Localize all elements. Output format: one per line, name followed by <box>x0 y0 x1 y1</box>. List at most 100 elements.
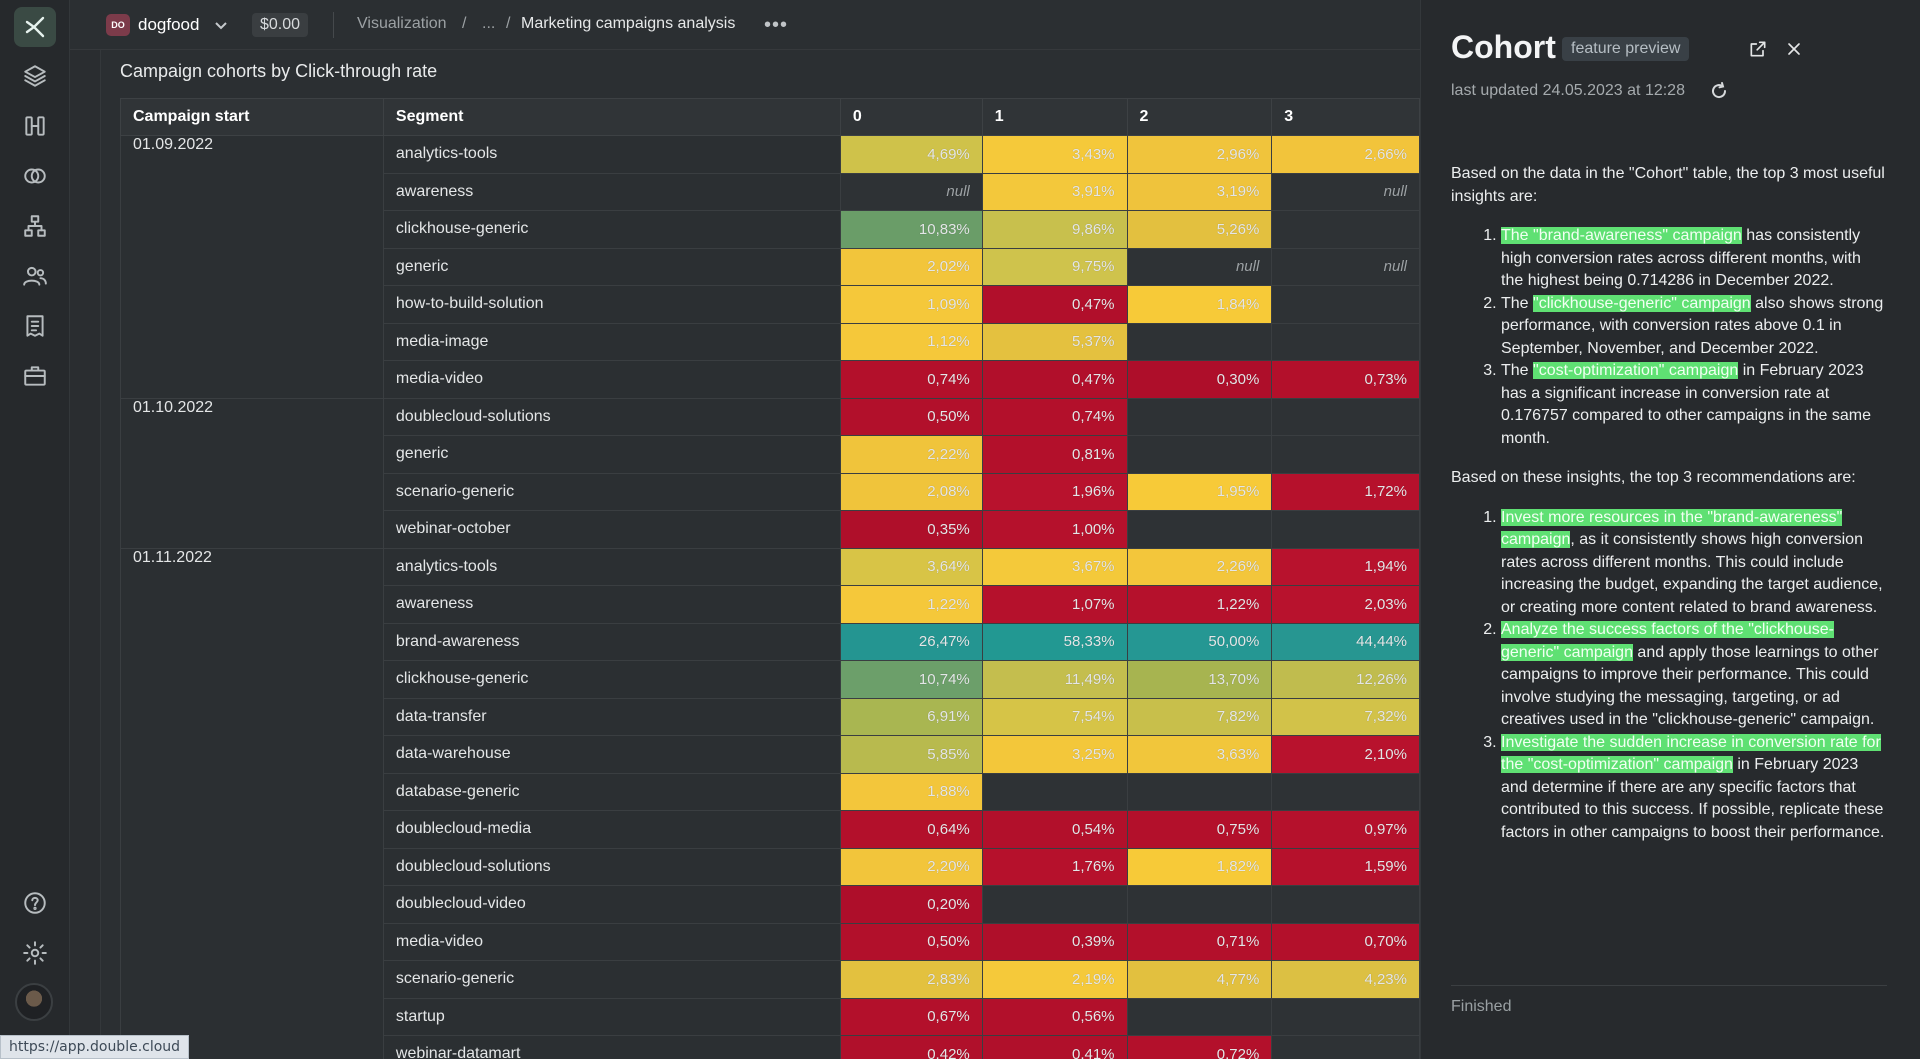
segment-cell: generic <box>382 247 841 286</box>
users-icon[interactable] <box>19 260 51 292</box>
cohort-value-cell: 3,63% <box>1126 735 1273 774</box>
insights-highlight: "clickhouse-generic" campaign <box>1533 294 1751 312</box>
column-header[interactable]: 0 <box>839 98 983 136</box>
cohort-value-cell <box>981 885 1128 924</box>
segment-cell: brand-awareness <box>382 622 841 661</box>
segment-cell: webinar-october <box>382 510 841 549</box>
close-icon[interactable] <box>1783 38 1805 60</box>
cohort-value-cell: 0,47% <box>981 285 1128 324</box>
recs-item: Invest more resources in the "brand-awar… <box>1501 507 1887 620</box>
cohort-value-cell: 9,75% <box>981 247 1128 286</box>
cohort-value-cell: 0,71% <box>1126 922 1273 961</box>
layers-icon[interactable] <box>19 60 51 92</box>
cohort-value-cell: 0,64% <box>839 810 983 849</box>
column-header[interactable]: 3 <box>1271 98 1420 136</box>
cohort-value-cell: 2,83% <box>839 960 983 999</box>
insights-item: The "brand-awareness" campaign has consi… <box>1501 225 1887 293</box>
segment-cell: awareness <box>382 585 841 624</box>
cohort-value-cell: 1,00% <box>981 510 1128 549</box>
cohort-value-cell: 5,26% <box>1126 210 1273 249</box>
workspace-badge[interactable]: DO <box>106 14 130 36</box>
cohort-value-cell: 12,26% <box>1271 660 1420 699</box>
briefcase-icon[interactable] <box>19 360 51 392</box>
segment-cell: database-generic <box>382 772 841 811</box>
segment-cell: media-video <box>382 922 841 961</box>
column-header[interactable]: Campaign start <box>120 98 384 136</box>
cohort-value-cell: 50,00% <box>1126 622 1273 661</box>
column-header[interactable]: Segment <box>382 98 841 136</box>
cohort-value-cell: 2,22% <box>839 435 983 474</box>
column-header[interactable]: 1 <box>981 98 1128 136</box>
cohort-value-cell: 9,86% <box>981 210 1128 249</box>
segment-cell: startup <box>382 997 841 1036</box>
open-external-icon[interactable] <box>1747 38 1769 60</box>
app-logo-icon[interactable] <box>14 7 56 47</box>
workspace-name[interactable]: dogfood <box>138 15 199 35</box>
cohort-value-cell: 3,64% <box>839 547 983 586</box>
refresh-icon[interactable] <box>1709 81 1729 101</box>
visualization-icon[interactable] <box>19 160 51 192</box>
cohort-value-cell: 0,67% <box>839 997 983 1036</box>
cohort-value-cell: 2,19% <box>981 960 1128 999</box>
breadcrumb-visualization[interactable]: Visualization <box>357 15 447 33</box>
cohort-value-cell: 0,54% <box>981 810 1128 849</box>
breadcrumb-separator: / <box>506 15 511 32</box>
cohort-value-cell: 0,56% <box>981 997 1128 1036</box>
cohort-value-cell: 2,08% <box>839 472 983 511</box>
network-icon[interactable] <box>19 210 51 242</box>
segment-cell: analytics-tools <box>382 547 841 586</box>
cohort-value-cell: 1,82% <box>1126 847 1273 886</box>
cohort-value-cell <box>1271 397 1420 436</box>
cohort-value-cell: 7,32% <box>1271 697 1420 736</box>
cohort-value-cell: 5,85% <box>839 735 983 774</box>
column-header[interactable]: 2 <box>1126 98 1273 136</box>
cohort-value-cell <box>1271 210 1420 249</box>
recommendations-list: Invest more resources in the "brand-awar… <box>1451 507 1887 845</box>
cohort-value-cell: 1,76% <box>981 847 1128 886</box>
segment-cell: scenario-generic <box>382 472 841 511</box>
segment-cell: media-image <box>382 322 841 361</box>
transfer-icon[interactable] <box>19 110 51 142</box>
cohort-value-cell: 4,69% <box>839 135 983 174</box>
cohort-value-cell: 3,91% <box>981 172 1128 211</box>
user-avatar[interactable] <box>15 983 53 1021</box>
breadcrumb-ellipsis[interactable]: ... <box>482 15 495 33</box>
table-row: 01.09.2022 analytics-tools 4,69% 3,43% 2,96%… <box>120 135 1420 399</box>
cohort-value-cell: 3,67% <box>981 547 1128 586</box>
panel-title: Cohort <box>1451 29 1556 65</box>
breadcrumb-current: Marketing campaigns analysis <box>521 15 736 32</box>
cohort-value-cell: 0,39% <box>981 922 1128 961</box>
balance-badge[interactable]: $0.00 <box>252 13 309 37</box>
settings-gear-icon[interactable] <box>19 937 51 969</box>
cohort-insights-panel: Cohort feature preview last updated 24.0… <box>1420 0 1920 1059</box>
segment-cell: webinar-datamart <box>382 1035 841 1059</box>
cohort-value-cell <box>1126 322 1273 361</box>
table-header-row: Campaign start Segment 0 1 2 3 <box>120 98 1420 136</box>
cohort-value-cell: 3,43% <box>981 135 1128 174</box>
insights-list: The "brand-awareness" campaign has consi… <box>1451 225 1887 450</box>
billing-icon[interactable] <box>19 310 51 342</box>
insights-intro: Based on the data in the "Cohort" table,… <box>1451 165 1885 205</box>
cohort-value-cell: 3,25% <box>981 735 1128 774</box>
status-text: Finished <box>1451 998 1512 1015</box>
cohort-value-cell: 1,84% <box>1126 285 1273 324</box>
segment-cell: doublecloud-video <box>382 885 841 924</box>
cohort-value-cell: 1,09% <box>839 285 983 324</box>
more-menu-icon[interactable]: ••• <box>764 14 788 37</box>
cohort-value-cell: 1,94% <box>1271 547 1420 586</box>
cohort-value-cell <box>1126 510 1273 549</box>
help-icon[interactable] <box>19 887 51 919</box>
insights-highlight: The "brand-awareness" campaign <box>1501 227 1742 244</box>
last-updated-text: last updated 24.05.2023 at 12:28 <box>1451 82 1685 99</box>
insights-item: The "cost-optimization" campaign in Febr… <box>1501 360 1887 450</box>
cohort-value-cell: 0,97% <box>1271 810 1420 849</box>
chevron-down-icon[interactable] <box>212 16 230 34</box>
cohort-value-cell: 0,75% <box>1126 810 1273 849</box>
cohort-value-cell: 7,82% <box>1126 697 1273 736</box>
segment-cell: data-warehouse <box>382 735 841 774</box>
cohort-value-cell <box>981 772 1128 811</box>
cohort-value-cell: 0,74% <box>839 360 983 399</box>
segment-cell: media-video <box>382 360 841 399</box>
insights-highlight: "cost-optimization" campaign <box>1533 362 1739 379</box>
cohort-value-cell: 0,73% <box>1271 360 1420 399</box>
